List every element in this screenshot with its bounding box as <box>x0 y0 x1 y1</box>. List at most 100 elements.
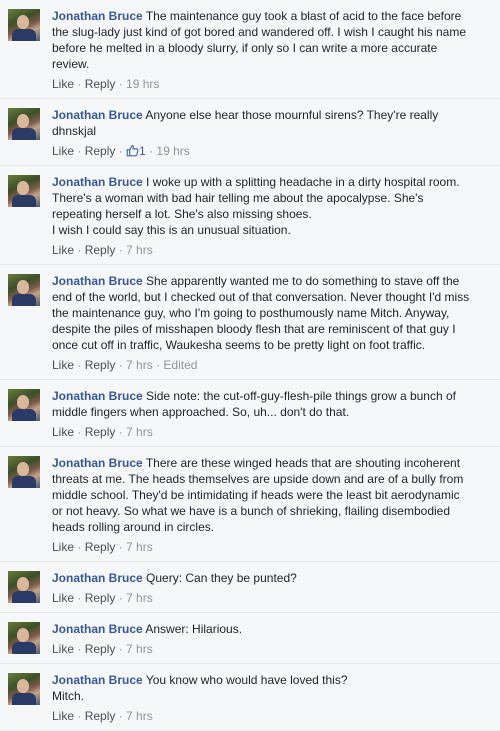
avatar-face <box>17 181 29 195</box>
like-link[interactable]: Like <box>52 77 74 91</box>
reply-link[interactable]: Reply <box>85 540 116 554</box>
avatar-shirt <box>12 195 36 207</box>
comment-author[interactable]: Jonathan Bruce <box>52 175 143 189</box>
like-link[interactable]: Like <box>52 358 74 372</box>
comment-text-line: the slug-lady just kind of got bored and… <box>52 25 467 39</box>
comment-author[interactable]: Jonathan Bruce <box>52 456 143 470</box>
reply-link[interactable]: Reply <box>85 144 116 158</box>
reply-link[interactable]: Reply <box>85 642 116 656</box>
comment-actions: Like · Reply · 1 · 19 hrs <box>52 139 492 165</box>
comment-author[interactable]: Jonathan Bruce <box>52 9 143 23</box>
comment-author[interactable]: Jonathan Bruce <box>52 571 143 585</box>
comment-actions: Like · Reply · 7 hrs <box>52 535 492 561</box>
separator: · <box>152 358 164 372</box>
comment-text-line: Answer: Hilarious. <box>145 622 243 636</box>
comment-text-line: or not heavy. So what we have is a bunch… <box>52 504 451 518</box>
avatar-face <box>17 462 29 476</box>
like-link[interactable]: Like <box>52 243 74 257</box>
like-link[interactable]: Like <box>52 144 74 158</box>
separator: · <box>115 425 127 439</box>
comment-author[interactable]: Jonathan Bruce <box>52 673 143 687</box>
timestamp[interactable]: 7 hrs <box>126 540 153 554</box>
avatar[interactable] <box>8 175 40 207</box>
reply-link[interactable]: Reply <box>85 591 116 605</box>
comment-text: Jonathan Bruce You know who would have l… <box>52 664 492 704</box>
like-count[interactable]: 1 <box>126 144 146 158</box>
thumbs-up-icon <box>126 144 139 161</box>
comment-text-line: middle fingers when approached. So, uh..… <box>52 405 350 419</box>
comment: Jonathan Bruce There are these winged he… <box>0 447 500 562</box>
avatar[interactable] <box>8 9 40 41</box>
comment-actions: Like · Reply · 7 hrs <box>52 238 492 264</box>
comment-text-line: end of the world, but I checked out of t… <box>52 290 470 304</box>
avatar[interactable] <box>8 571 40 603</box>
avatar[interactable] <box>8 622 40 654</box>
comment-text-line: The maintenance guy took a blast of acid… <box>145 9 462 23</box>
avatar-face <box>17 114 29 128</box>
comment-text: Jonathan Bruce Side note: the cut-off-gu… <box>52 380 492 420</box>
reply-link[interactable]: Reply <box>85 709 116 723</box>
timestamp[interactable]: 7 hrs <box>126 425 153 439</box>
comment-author[interactable]: Jonathan Bruce <box>52 622 143 636</box>
reply-link[interactable]: Reply <box>85 243 116 257</box>
reply-link[interactable]: Reply <box>85 425 116 439</box>
comment-text-line: once cut off in traffic, Waukesha seems … <box>52 338 426 352</box>
avatar[interactable] <box>8 274 40 306</box>
like-link[interactable]: Like <box>52 540 74 554</box>
comment-text: Jonathan Bruce Answer: Hilarious. <box>52 613 492 637</box>
reply-link[interactable]: Reply <box>85 358 116 372</box>
comment-author[interactable]: Jonathan Bruce <box>52 108 143 122</box>
comment-text: Jonathan Bruce Query: Can they be punted… <box>52 562 492 586</box>
edited-label[interactable]: Edited <box>163 358 197 372</box>
comment-text-line: Query: Can they be punted? <box>146 571 297 585</box>
comment: Jonathan Bruce She apparently wanted me … <box>0 265 500 380</box>
comment-text: Jonathan Bruce There are these winged he… <box>52 447 492 535</box>
like-link[interactable]: Like <box>52 709 74 723</box>
separator: · <box>115 709 127 723</box>
like-link[interactable]: Like <box>52 425 74 439</box>
comment-text: Jonathan Bruce She apparently wanted me … <box>52 265 492 353</box>
avatar-face <box>17 280 29 294</box>
timestamp[interactable]: 19 hrs <box>156 144 189 158</box>
comment-text: Jonathan Bruce The maintenance guy took … <box>52 0 492 72</box>
avatar-shirt <box>12 29 36 41</box>
timestamp[interactable]: 7 hrs <box>126 358 153 372</box>
comment-text-line: Mitch. <box>52 689 85 703</box>
reply-link[interactable]: Reply <box>85 77 116 91</box>
comment: Jonathan Bruce Anyone else hear those mo… <box>0 99 500 166</box>
avatar-shirt <box>12 409 36 421</box>
separator: · <box>74 709 85 723</box>
comment-author[interactable]: Jonathan Bruce <box>52 389 143 403</box>
timestamp[interactable]: 7 hrs <box>126 243 153 257</box>
timestamp[interactable]: 7 hrs <box>126 642 153 656</box>
avatar[interactable] <box>8 108 40 140</box>
timestamp[interactable]: 7 hrs <box>126 591 153 605</box>
timestamp[interactable]: 7 hrs <box>126 709 153 723</box>
avatar-face <box>17 395 29 409</box>
comment-text: Jonathan Bruce Anyone else hear those mo… <box>52 99 492 139</box>
comment-text-line: threats at me. The heads themselves are … <box>52 472 464 486</box>
avatar[interactable] <box>8 389 40 421</box>
timestamp[interactable]: 19 hrs <box>126 77 159 91</box>
like-link[interactable]: Like <box>52 591 74 605</box>
avatar-face <box>17 15 29 29</box>
comment-actions: Like · Reply · 7 hrs <box>52 586 492 612</box>
avatar-face <box>17 679 29 693</box>
like-link[interactable]: Like <box>52 642 74 656</box>
comment-text-line: You know who would have loved this? <box>145 673 348 687</box>
separator: · <box>74 243 85 257</box>
avatar[interactable] <box>8 673 40 705</box>
comment-text-line: I woke up with a splitting headache in a… <box>146 175 460 189</box>
avatar[interactable] <box>8 456 40 488</box>
avatar-face <box>17 577 29 591</box>
comment-text-line: dhnskjal <box>52 124 97 138</box>
comment: Jonathan Bruce The maintenance guy took … <box>0 0 500 99</box>
separator: · <box>115 540 127 554</box>
comment-author[interactable]: Jonathan Bruce <box>52 274 143 288</box>
comment-text-line: despite the piles of misshapen bloody fl… <box>52 322 456 336</box>
comment: Jonathan Bruce Side note: the cut-off-gu… <box>0 380 500 447</box>
like-count-value: 1 <box>139 144 146 158</box>
comment-actions: Like · Reply · 7 hrs <box>52 420 492 446</box>
comment-text-line: I wish I could say this is an unusual si… <box>52 223 291 237</box>
separator: · <box>115 243 127 257</box>
